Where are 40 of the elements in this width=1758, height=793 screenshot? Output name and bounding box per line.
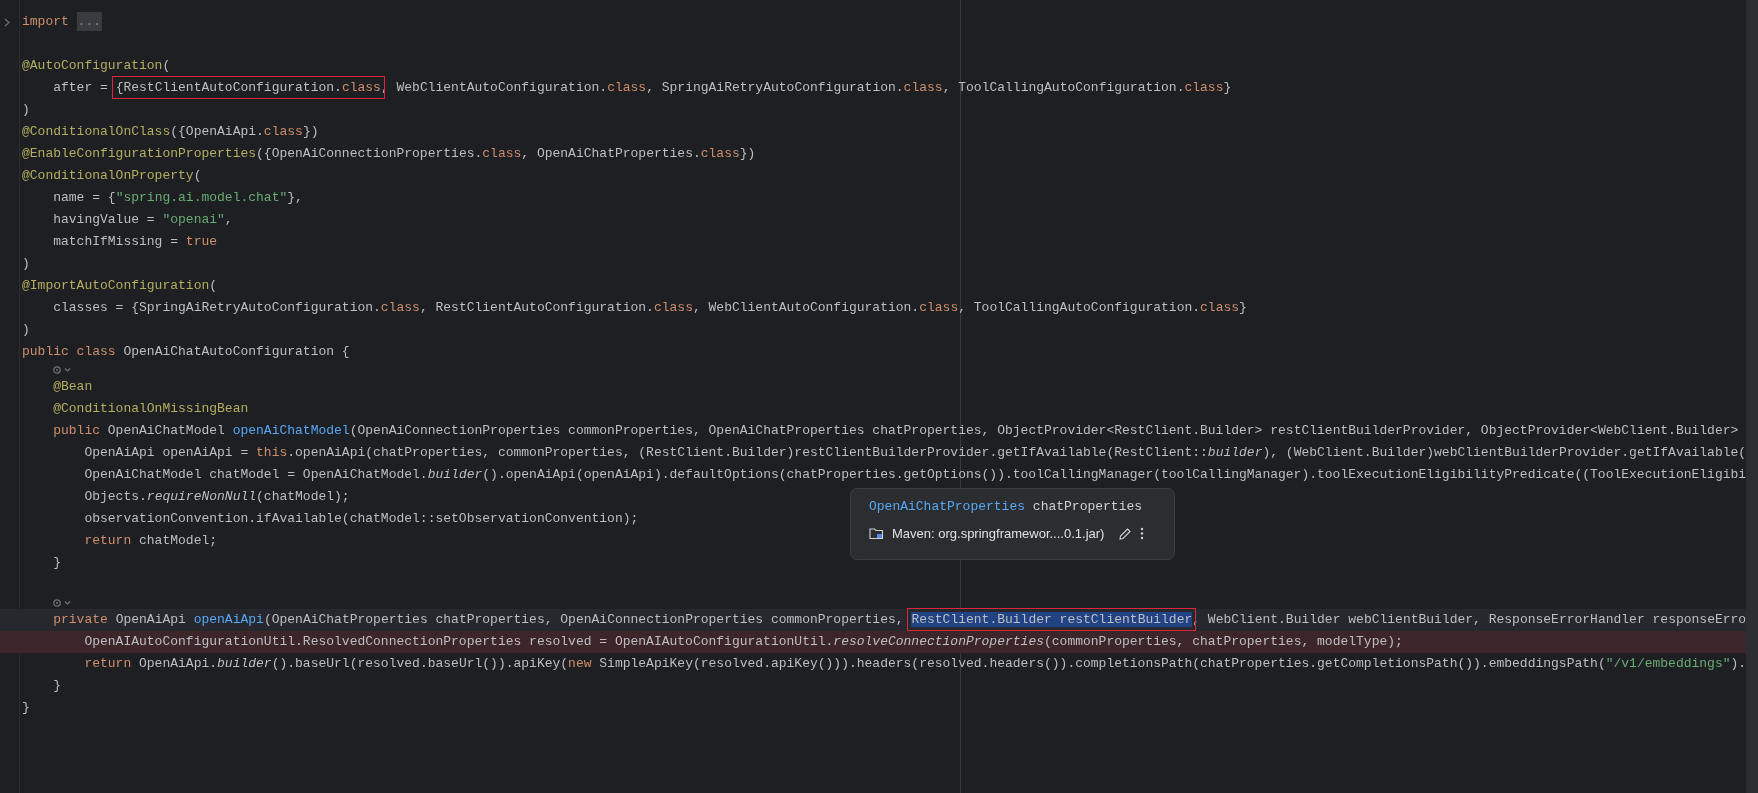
folder-icon: [869, 527, 884, 540]
inlay-hint-icon[interactable]: [52, 364, 72, 375]
scrollbar[interactable]: [1746, 0, 1758, 793]
more-options-icon[interactable]: [1140, 527, 1145, 540]
code-line: public OpenAiChatModel openAiChatModel(OpenAiConnectionProperties commonProperties, OpenAiChatProperties chatProperties, ObjectProvider<RestClient.Builder> restClientBuilderProvider, ObjectProvider<WebClient.Builder>: [52, 423, 1739, 438]
code-line: @ConditionalOnProperty(: [22, 168, 202, 183]
code-line: OpenAIAutoConfigurationUtil.ResolvedConnectionProperties resolved = OpenAIAutoConfigurationUtil.resolveConnectionProperties(commonProperties, chatProperties, modelType);: [83, 634, 1403, 649]
declaration-text: OpenAiChatProperties chatProperties: [869, 499, 1144, 514]
code-line: matchIfMissing = true: [52, 234, 218, 249]
source-library-text: Maven: org.springframewor....0.1.jar): [892, 526, 1105, 541]
code-line: }: [52, 555, 61, 570]
code-text: import: [22, 14, 70, 29]
code-line: public class OpenAiChatAutoConfiguration {: [22, 344, 350, 359]
code-line: @Bean: [52, 379, 93, 394]
code-line: Objects.requireNonNull(chatModel);: [83, 489, 350, 504]
code-text: after =: [52, 80, 109, 95]
code-text: private OpenAiApi openAiApi(OpenAiChatProperties chatProperties, OpenAiConnectionProperties commonProperties,: [52, 612, 905, 627]
code-line: havingValue = "openai",: [52, 212, 233, 227]
code-line: @AutoConfiguration(: [22, 58, 171, 73]
code-line: ): [22, 102, 30, 117]
code-line: OpenAiApi openAiApi = this.openAiApi(chatProperties, commonProperties, (RestClient.Builder)restClientBuilderProvider.getIfAvailable(RestClient::builder), (WebClient.Builder)webClientBuilderProvider.getIfAvailable(: [83, 445, 1747, 460]
inlay-hint-icon[interactable]: [52, 597, 72, 608]
folded-code-placeholder[interactable]: ...: [76, 12, 102, 31]
chevron-right-icon[interactable]: [4, 18, 10, 27]
code-line: @EnableConfigurationProperties({OpenAiConnectionProperties.class, OpenAiChatProperties.class}): [22, 146, 756, 161]
code-line: }: [22, 700, 30, 715]
code-line: ): [22, 322, 30, 337]
code-line: }: [52, 678, 61, 693]
code-line: @ConditionalOnClass({OpenAiApi.class}): [22, 124, 319, 139]
pencil-icon[interactable]: [1118, 526, 1133, 541]
code-line: ): [22, 256, 30, 271]
code-line: return OpenAiApi.builder().baseUrl(resolved.baseUrl()).apiKey(new SimpleApiKey(resolved.apiKey())).headers(resolved.headers()).completionsPath(chatProperties.getCompletionsPath()).embeddingsPath("/v1/embeddings").: [83, 656, 1747, 671]
code-line: @ConditionalOnMissingBean: [52, 401, 249, 416]
code-line: name = {"spring.ai.model.chat"},: [52, 190, 303, 205]
code-line: observationConvention.ifAvailable(chatModel::setObservationConvention);: [83, 511, 639, 526]
code-line: classes = {SpringAiRetryAutoConfiguration.class, RestClientAutoConfiguration.class, WebClientAutoConfiguration.class, ToolCallingAutoConfiguration.class}: [52, 300, 1247, 315]
code-line: return chatModel;: [83, 533, 218, 548]
code-text: , WebClient.Builder webClientBuilder, ResponseErrorHandler responseErro: [1192, 612, 1747, 627]
code-line: OpenAiChatModel chatModel = OpenAiChatModel.builder().openAiApi(openAiApi).defaultOptions(chatProperties.getOptions()).toolCallingManager(toolCallingManager).toolExecutionEligibilityPredicate((ToolExecutionEligibi: [83, 467, 1747, 482]
code-line: @ImportAutoConfiguration(: [22, 278, 218, 293]
